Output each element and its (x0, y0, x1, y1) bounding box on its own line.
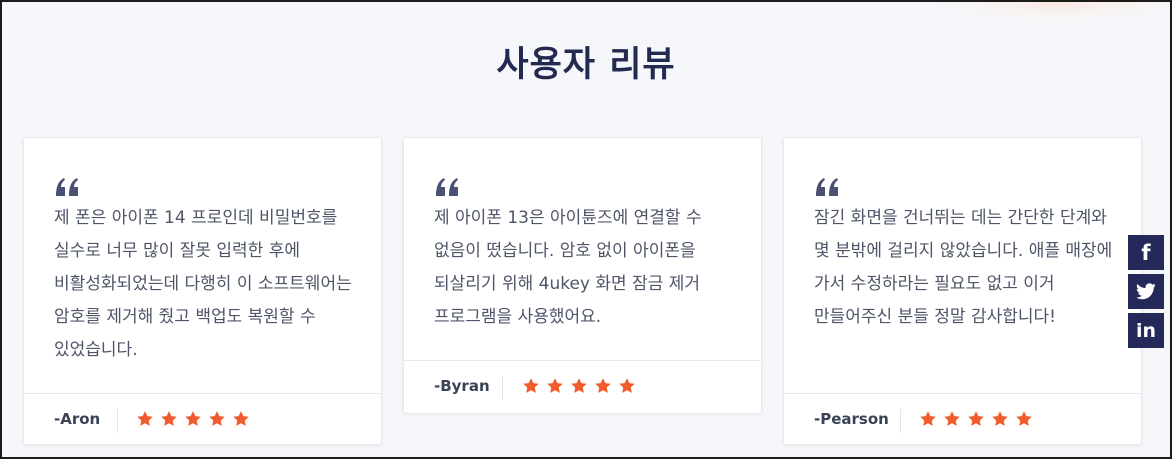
section-title: 사용자 리뷰 (496, 45, 676, 85)
review-card: 제 아이폰 13은 아이튠즈에 연결할 수 없음이 떴습니다. 암호 없이 아이… (403, 137, 762, 414)
footer-divider (117, 409, 118, 433)
star-icon (209, 411, 225, 426)
linkedin-icon: in (1135, 319, 1157, 342)
review-footer: -Aron (24, 393, 381, 446)
star-icon (595, 378, 611, 393)
review-text: 제 아이폰 13은 아이튠즈에 연결할 수 없음이 떴습니다. 암호 없이 아이… (434, 208, 702, 327)
linkedin-share-button[interactable]: in (1128, 313, 1164, 348)
facebook-icon: f (1141, 240, 1151, 265)
star-icon (137, 411, 153, 426)
star-rating (919, 410, 1039, 432)
twitter-icon (1136, 283, 1156, 300)
star-icon (233, 411, 249, 426)
star-icon (1016, 411, 1032, 426)
star-icon (920, 411, 936, 426)
star-rating (136, 410, 256, 432)
footer-divider (502, 376, 503, 400)
footer-divider (900, 409, 901, 433)
review-author: -Aron (54, 410, 101, 428)
review-text: 잠긴 화면을 건너뛰는 데는 간단한 단계와 몇 분밖에 걸리지 않았습니다. … (814, 208, 1113, 327)
review-footer: -Pearson (784, 393, 1141, 446)
star-icon (992, 411, 1008, 426)
decorative-glow (930, 2, 1170, 22)
star-icon (944, 411, 960, 426)
review-author: -Pearson (814, 410, 889, 428)
star-rating (522, 377, 642, 399)
twitter-share-button[interactable] (1128, 274, 1164, 309)
review-card: 잠긴 화면을 건너뛰는 데는 간단한 단계와 몇 분밖에 걸리지 않았습니다. … (783, 137, 1142, 445)
star-icon (547, 378, 563, 393)
quote-icon (816, 178, 838, 196)
review-card: 제 폰은 아이폰 14 프로인데 비밀번호를 실수로 너무 많이 잘못 입력한 … (23, 137, 382, 445)
review-text: 제 폰은 아이폰 14 프로인데 비밀번호를 실수로 너무 많이 잘못 입력한 … (54, 208, 352, 360)
review-author: -Byran (434, 377, 490, 395)
quote-icon (56, 178, 78, 196)
star-icon (185, 411, 201, 426)
star-icon (571, 378, 587, 393)
star-icon (161, 411, 177, 426)
star-icon (619, 378, 635, 393)
star-icon (968, 411, 984, 426)
quote-icon (436, 178, 458, 196)
reviews-section: 사용자 리뷰 제 폰은 아이폰 14 프로인데 비밀번호를 실수로 너무 많이 … (0, 0, 1172, 459)
review-footer: -Byran (404, 360, 761, 413)
star-icon (523, 378, 539, 393)
facebook-share-button[interactable]: f (1128, 235, 1164, 270)
